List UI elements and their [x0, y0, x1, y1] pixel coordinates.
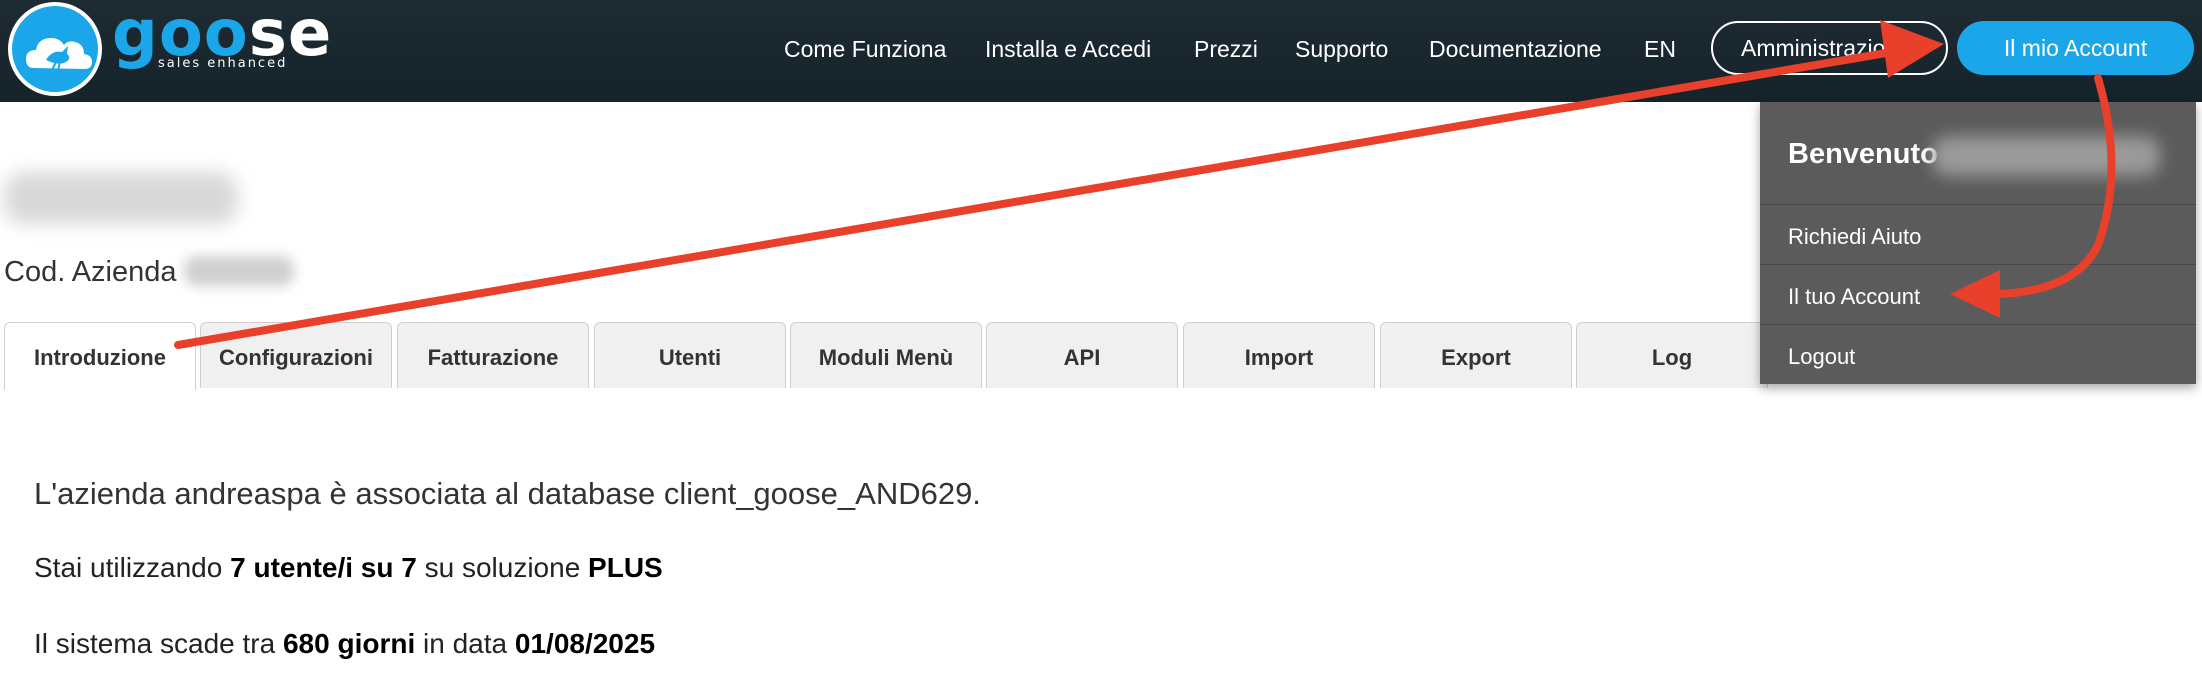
- nav-installa-accedi[interactable]: Installa e Accedi: [985, 34, 1151, 64]
- page: goose sales enhanced Come Funziona Insta…: [0, 0, 2202, 692]
- dropdown-divider: [1760, 204, 2196, 205]
- dropdown-divider: [1760, 264, 2196, 265]
- user-name-redacted: [1932, 136, 2160, 176]
- dropdown-item-logout[interactable]: Logout: [1788, 344, 1855, 370]
- expiry-info-middle: in data: [415, 628, 515, 659]
- tab-log[interactable]: Log: [1576, 322, 1768, 388]
- logo-tagline: sales enhanced: [158, 56, 288, 71]
- tab-introduzione[interactable]: Introduzione: [4, 322, 196, 390]
- tab-import[interactable]: Import: [1183, 322, 1375, 388]
- database-info-text: L'azienda andreaspa è associata al datab…: [34, 476, 981, 511]
- administration-button[interactable]: Amministrazione: [1711, 21, 1948, 75]
- company-code-redacted: [184, 256, 294, 286]
- nav-supporto[interactable]: Supporto: [1295, 34, 1388, 64]
- my-account-button[interactable]: Il mio Account: [1957, 21, 2194, 75]
- expiry-info-text: Il sistema scade tra 680 giorni in data …: [34, 628, 655, 660]
- tab-export[interactable]: Export: [1380, 322, 1572, 388]
- account-dropdown-menu: Benvenuto Richiedi Aiuto Il tuo Account …: [1760, 102, 2196, 384]
- dropdown-welcome: Benvenuto: [1788, 138, 1938, 170]
- company-code-label: Cod. Azienda: [4, 256, 177, 288]
- goose-logo[interactable]: goose sales enhanced: [6, 0, 331, 98]
- tab-utenti[interactable]: Utenti: [594, 322, 786, 388]
- cloud-bird-icon: [8, 2, 102, 96]
- nav-documentazione[interactable]: Documentazione: [1429, 34, 1602, 64]
- dropdown-item-richiedi-aiuto[interactable]: Richiedi Aiuto: [1788, 224, 1921, 250]
- company-name-redacted: [4, 172, 238, 224]
- tab-configurazioni[interactable]: Configurazioni: [200, 322, 392, 388]
- users-info-prefix: Stai utilizzando: [34, 552, 231, 583]
- expiry-date: 01/08/2025: [514, 628, 656, 659]
- tab-moduli-menu[interactable]: Moduli Menù: [790, 322, 982, 388]
- plan-name: PLUS: [588, 552, 663, 583]
- nav-come-funziona[interactable]: Come Funziona: [784, 34, 946, 64]
- expiry-info-prefix: Il sistema scade tra: [34, 628, 283, 659]
- expiry-days: 680 giorni: [282, 628, 416, 659]
- top-navbar: goose sales enhanced Come Funziona Insta…: [0, 0, 2202, 102]
- nav-language-en[interactable]: EN: [1644, 34, 1676, 64]
- users-info-middle: su soluzione: [416, 552, 589, 583]
- dropdown-item-il-tuo-account[interactable]: Il tuo Account: [1788, 284, 1920, 310]
- dropdown-divider: [1760, 324, 2196, 325]
- nav-prezzi[interactable]: Prezzi: [1194, 34, 1258, 64]
- tab-api[interactable]: API: [986, 322, 1178, 388]
- company-tabs: Introduzione Configurazioni Fatturazione…: [0, 322, 1770, 390]
- tab-fatturazione[interactable]: Fatturazione: [397, 322, 589, 388]
- users-info-text: Stai utilizzando 7 utente/i su 7 su solu…: [34, 552, 663, 584]
- users-count: 7 utente/i su 7: [230, 552, 417, 583]
